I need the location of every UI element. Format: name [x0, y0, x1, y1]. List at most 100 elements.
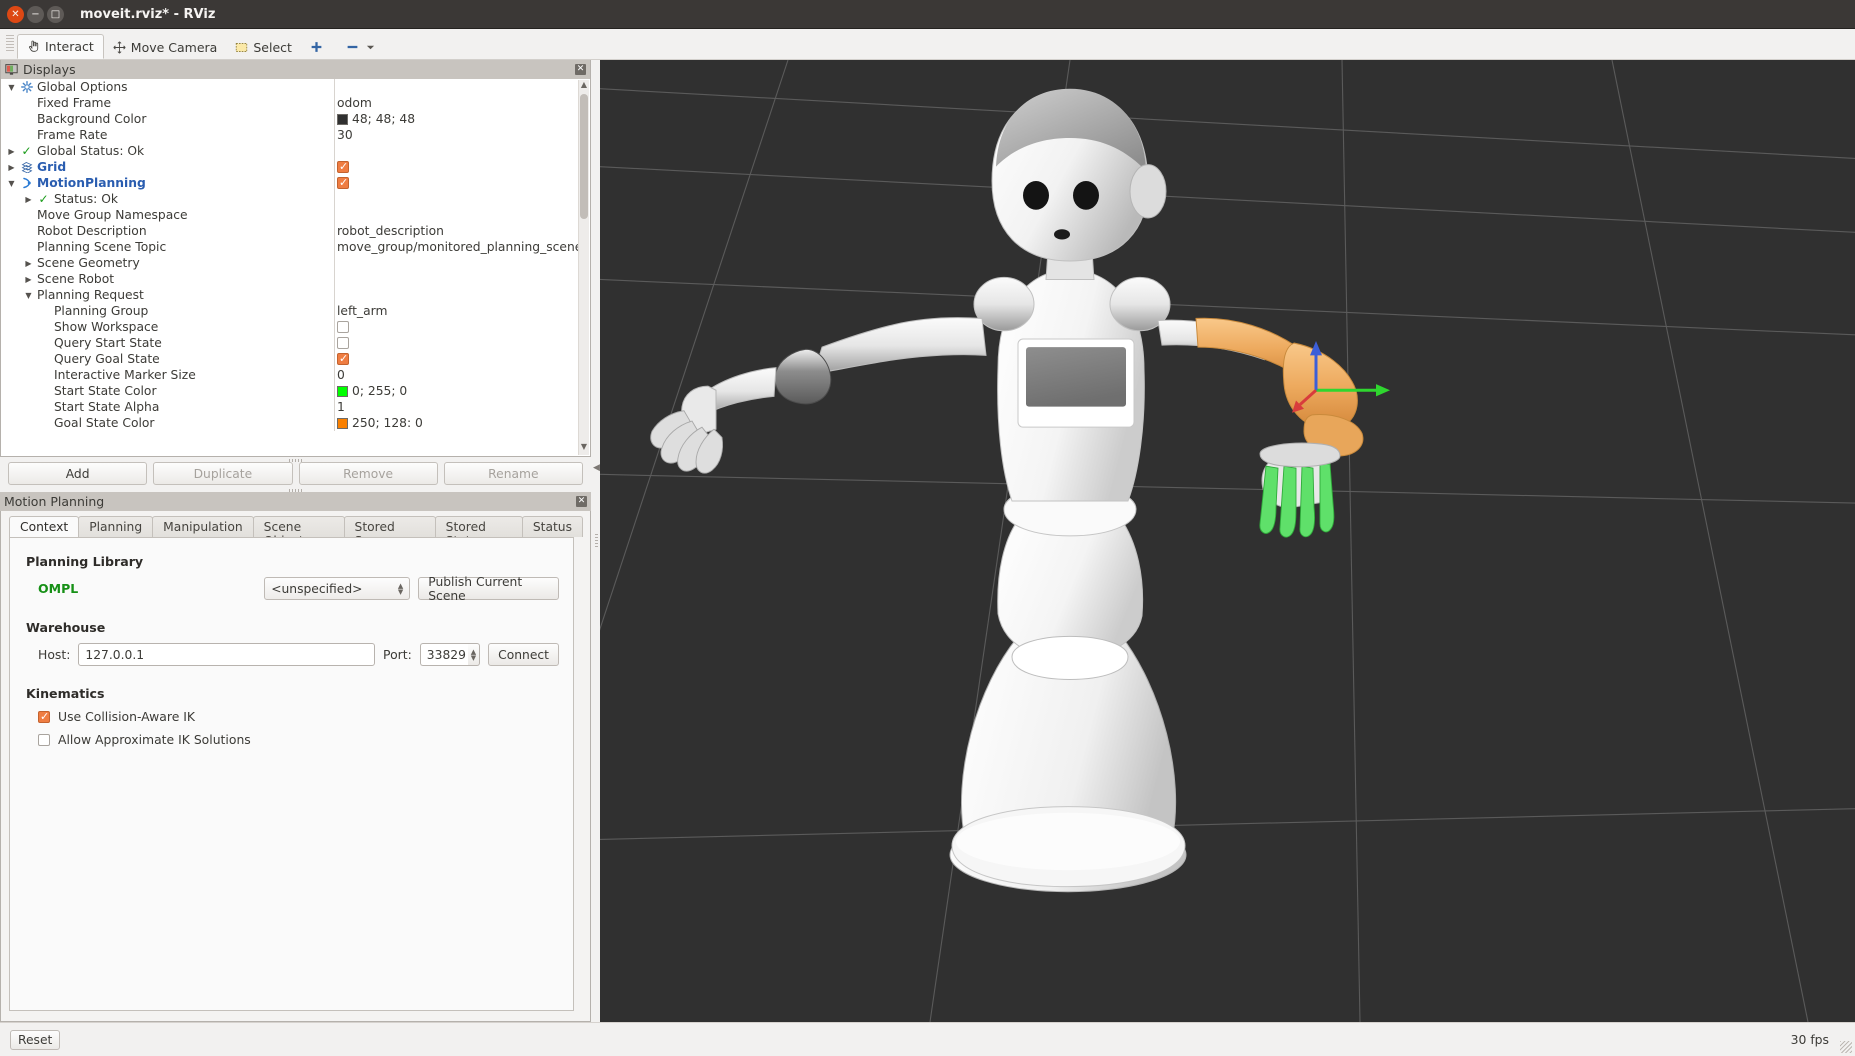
rename-button[interactable]: Rename	[443, 462, 583, 485]
add-button[interactable]: Add	[8, 462, 148, 485]
tree-row[interactable]: ▶Planning Groupleft_arm	[1, 303, 590, 319]
tab-status[interactable]: Status	[521, 516, 583, 537]
tool-remove[interactable]	[337, 35, 386, 59]
tree-row[interactable]: ▶ Scene Robot	[1, 271, 590, 287]
displays-scrollbar[interactable]: ▲ ▼	[578, 80, 589, 455]
tree-row[interactable]: ▶Interactive Marker Size0	[1, 367, 590, 383]
maximize-icon[interactable]: □	[47, 5, 64, 23]
port-input[interactable]: 33829	[419, 643, 468, 666]
tree-row-value[interactable]: robot_description	[334, 223, 590, 239]
tree-row[interactable]: ▶ Grid	[1, 159, 590, 175]
tree-row-value[interactable]	[334, 319, 590, 335]
tree-row-value[interactable]	[334, 191, 590, 207]
tree-row[interactable]: ▶Background Color 48; 48; 48	[1, 111, 590, 127]
tab-scene-objects[interactable]: Scene Objects	[252, 516, 345, 548]
tree-row[interactable]: ▶ ✓ Global Status: Ok	[1, 143, 590, 159]
tree-row[interactable]: ▶ Scene Geometry	[1, 255, 590, 271]
scroll-down-arrow[interactable]: ▼	[579, 442, 589, 455]
reset-button[interactable]: Reset	[10, 1029, 61, 1050]
tree-row-value[interactable]	[334, 335, 590, 351]
tree-row-value[interactable]: move_group/monitored_planning_scene	[334, 239, 590, 255]
displays-close-icon[interactable]: ✕	[575, 64, 586, 75]
minimize-icon[interactable]: −	[27, 5, 44, 23]
tab-stored-states[interactable]: Stored States	[434, 516, 523, 548]
publish-current-scene-button[interactable]: Publish Current Scene	[418, 575, 559, 603]
use-collision-aware-ik-row[interactable]: Use Collision-Aware IK	[38, 709, 559, 724]
tool-move-camera[interactable]: Move Camera	[104, 35, 227, 59]
color-swatch[interactable]	[337, 417, 348, 429]
tree-row[interactable]: ▶Planning Scene Topicmove_group/monitore…	[1, 239, 590, 255]
tree-checkbox[interactable]	[337, 160, 349, 173]
tree-row[interactable]: ▼ MotionPlanning	[1, 175, 590, 191]
main-vertical-splitter[interactable]	[592, 60, 600, 1022]
tree-row[interactable]: ▶ ✓ Status: Ok	[1, 191, 590, 207]
port-spinner[interactable]: ▲ ▼	[467, 643, 481, 666]
connect-button[interactable]: Connect	[488, 643, 559, 666]
tree-collapse-arrow[interactable]: ▼	[7, 83, 16, 92]
tree-expand-arrow[interactable]: ▶	[7, 147, 16, 156]
duplicate-button[interactable]: Duplicate	[153, 462, 293, 485]
tab-stored-scenes[interactable]: Stored Scenes	[343, 516, 436, 548]
tree-row-value[interactable]: 250; 128: 0	[334, 415, 590, 431]
tab-planning[interactable]: Planning	[78, 516, 154, 537]
scroll-up-arrow[interactable]: ▲	[579, 80, 589, 93]
tree-checkbox[interactable]	[337, 176, 349, 189]
tree-row-value[interactable]	[334, 159, 590, 175]
tree-row[interactable]: ▶Move Group Namespace	[1, 207, 590, 223]
tree-row-value[interactable]	[334, 175, 590, 191]
tree-expand-arrow[interactable]: ▶	[24, 259, 33, 268]
allow-approximate-ik-checkbox[interactable]	[38, 733, 50, 746]
tree-row[interactable]: ▶Goal State Color 250; 128: 0	[1, 415, 590, 431]
tree-collapse-arrow[interactable]: ▼	[7, 179, 16, 188]
tree-row-value[interactable]: 1	[334, 399, 590, 415]
tree-expand-arrow[interactable]: ▶	[24, 275, 33, 284]
tool-select[interactable]: Select	[226, 35, 301, 59]
tree-row-value[interactable]	[334, 351, 590, 367]
close-icon[interactable]: ✕	[7, 5, 24, 23]
tree-checkbox[interactable]	[337, 337, 349, 349]
tree-row[interactable]: ▶Frame Rate30	[1, 127, 590, 143]
3d-viewport[interactable]	[600, 60, 1855, 1022]
tree-row[interactable]: ▶Show Workspace	[1, 319, 590, 335]
tree-row[interactable]: ▶Query Start State	[1, 335, 590, 351]
tree-row-value[interactable]: 30	[334, 127, 590, 143]
tree-row-value[interactable]	[334, 143, 590, 159]
window-resize-grip[interactable]	[1840, 1041, 1852, 1053]
color-swatch[interactable]	[337, 385, 348, 397]
tree-row-value[interactable]	[334, 79, 590, 95]
displays-tree[interactable]: ▼Global Options▶Fixed Frameodom▶Backgrou…	[1, 79, 590, 456]
host-input[interactable]: 127.0.0.1	[78, 643, 376, 666]
tree-row-value[interactable]: 0	[334, 367, 590, 383]
tree-row-value[interactable]: odom	[334, 95, 590, 111]
chevron-down-icon[interactable]	[364, 41, 377, 54]
tree-row-value[interactable]	[334, 287, 590, 303]
color-swatch[interactable]	[337, 113, 348, 125]
tree-row-value[interactable]	[334, 207, 590, 223]
remove-button[interactable]: Remove	[298, 462, 438, 485]
tree-collapse-arrow[interactable]: ▼	[24, 291, 33, 300]
tree-row[interactable]: ▼ Global Options	[1, 79, 590, 95]
tree-row-value[interactable]: 0; 255; 0	[334, 383, 590, 399]
motion-planning-close-icon[interactable]: ✕	[576, 496, 587, 507]
tree-row-value[interactable]	[334, 255, 590, 271]
scrollbar-thumb[interactable]	[580, 94, 588, 219]
tab-context[interactable]: Context	[9, 516, 80, 537]
tree-row-value[interactable]	[334, 271, 590, 287]
tree-checkbox[interactable]	[337, 321, 349, 333]
toolbar-drag-handle[interactable]	[6, 35, 14, 53]
tree-row[interactable]: ▶Fixed Frameodom	[1, 95, 590, 111]
tree-row-value[interactable]: left_arm	[334, 303, 590, 319]
tree-expand-arrow[interactable]: ▶	[24, 195, 33, 204]
tree-checkbox[interactable]	[337, 352, 349, 365]
tab-manipulation[interactable]: Manipulation	[152, 516, 254, 537]
tree-row[interactable]: ▼ Planning Request	[1, 287, 590, 303]
use-collision-aware-ik-checkbox[interactable]	[38, 710, 50, 723]
tree-row[interactable]: ▶Start State Alpha1	[1, 399, 590, 415]
tool-add[interactable]	[301, 35, 337, 59]
tree-row-value[interactable]: 48; 48; 48	[334, 111, 590, 127]
planner-select[interactable]: <unspecified> ▲ ▼	[264, 577, 411, 600]
left-collapse-arrow[interactable]: ◀	[593, 463, 600, 473]
tree-row[interactable]: ▶Query Goal State	[1, 351, 590, 367]
tree-row[interactable]: ▶Robot Descriptionrobot_description	[1, 223, 590, 239]
tool-interact[interactable]: Interact	[17, 34, 104, 59]
